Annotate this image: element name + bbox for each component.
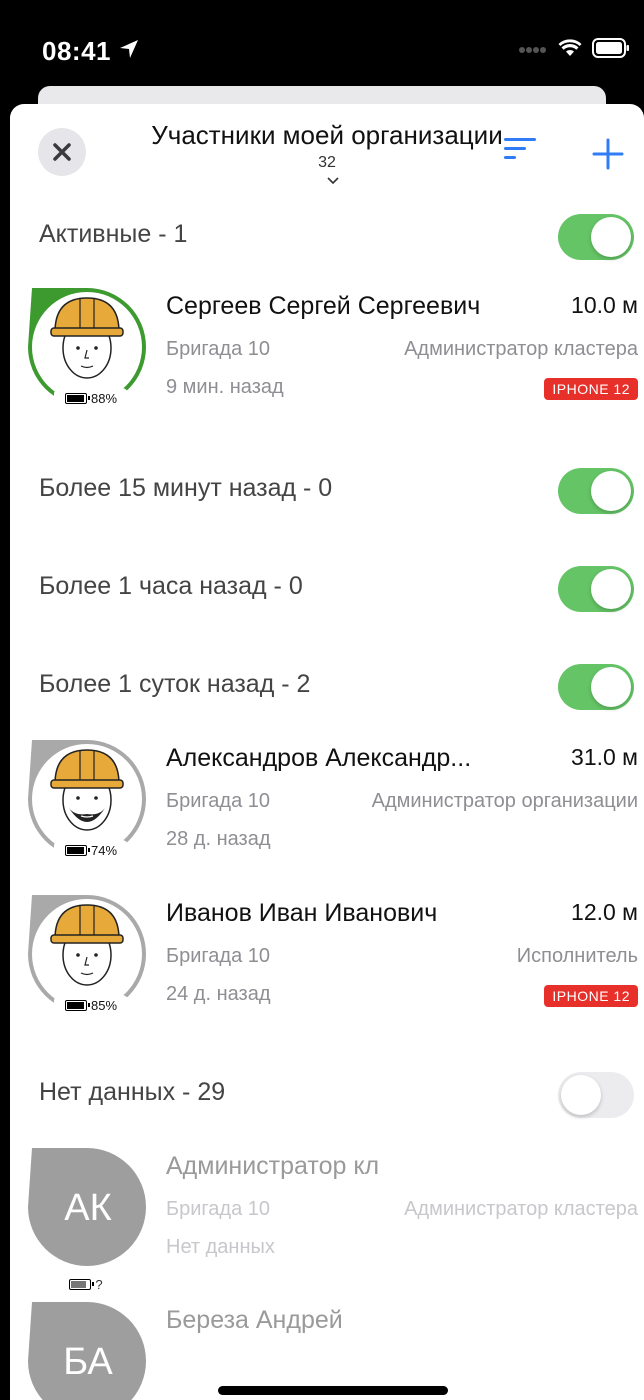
member-team: Бригада 10: [166, 945, 270, 967]
initials-avatar: АК: [24, 1144, 150, 1270]
avatar: 85%: [24, 891, 150, 1017]
battery-icon: [64, 999, 90, 1011]
member-role: Администратор организации: [371, 790, 638, 812]
battery-status-icon: [592, 38, 630, 63]
page-title: Участники моей организации: [151, 120, 503, 150]
group-label: Активные - 1: [39, 220, 188, 248]
member-last-seen: 28 д. назад: [166, 828, 271, 850]
battery-level: 74%: [54, 840, 128, 860]
member-name: Сергеев Сергей Сергеевич: [166, 292, 481, 320]
member-row[interactable]: 85% Иванов Иван Иванович 12.0 м Бригада …: [10, 891, 644, 1031]
initials-avatar: БА: [24, 1298, 150, 1400]
members-sheet: Участники моей организации 32 Активные -…: [10, 104, 644, 1400]
group-label: Более 15 минут назад - 0: [39, 474, 333, 502]
device-badge: IPHONE 12: [544, 378, 638, 400]
member-count: 32: [318, 154, 336, 171]
status-bar: 08:41: [0, 0, 644, 100]
member-team: Бригада 10: [166, 338, 270, 360]
group-1day-header: Более 1 суток назад - 2: [39, 662, 639, 712]
battery-level: 85%: [54, 995, 128, 1015]
member-distance: 31.0 м: [571, 744, 638, 770]
battery-level: ?: [54, 1274, 118, 1294]
avatar: 88%: [24, 284, 150, 410]
location-arrow-icon: [118, 38, 140, 65]
group-label: Нет данных - 29: [39, 1078, 226, 1106]
plus-icon: [592, 138, 624, 170]
svg-text:АК: АК: [64, 1187, 111, 1229]
member-name: Администратор кл: [166, 1152, 380, 1180]
group-nodata-toggle[interactable]: [558, 1072, 634, 1118]
group-active-toggle[interactable]: [558, 214, 634, 260]
group-15min-header: Более 15 минут назад - 0: [39, 466, 639, 516]
member-name: Александров Александр...: [166, 744, 472, 772]
group-1hour-header: Более 1 часа назад - 0: [39, 564, 639, 614]
member-role: Администратор кластера: [404, 1198, 638, 1220]
member-last-seen: 24 д. назад: [166, 983, 271, 1005]
member-team: Бригада 10: [166, 790, 270, 812]
group-active-header: Активные - 1: [39, 212, 639, 262]
member-row[interactable]: 88% Сергеев Сергей Сергеевич 10.0 м Бриг…: [10, 284, 644, 424]
member-role: Администратор кластера: [404, 338, 638, 360]
avatar: 74%: [24, 736, 150, 862]
sort-icon: [504, 138, 536, 159]
member-row[interactable]: АК ? Администратор кл Бригада 10 Админис…: [10, 1144, 644, 1294]
member-row[interactable]: 74% Александров Александр... 31.0 м Бриг…: [10, 736, 644, 876]
group-1day-toggle[interactable]: [558, 664, 634, 710]
member-distance: 12.0 м: [571, 899, 638, 925]
sort-button[interactable]: [502, 132, 540, 171]
member-team: Бригада 10: [166, 1198, 270, 1220]
device-badge: IPHONE 12: [544, 985, 638, 1007]
member-name: Береза Андрей: [166, 1306, 343, 1334]
member-distance: 10.0 м: [571, 292, 638, 318]
group-15min-toggle[interactable]: [558, 468, 634, 514]
group-label: Более 1 суток назад - 2: [39, 670, 311, 698]
battery-icon: [64, 392, 90, 404]
battery-level: 88%: [54, 388, 128, 408]
battery-icon: [69, 1278, 95, 1290]
group-1hour-toggle[interactable]: [558, 566, 634, 612]
member-last-seen: 9 мин. назад: [166, 376, 284, 398]
member-last-seen: Нет данных: [166, 1236, 275, 1258]
group-label: Более 1 часа назад - 0: [39, 572, 303, 600]
group-nodata-header: Нет данных - 29: [39, 1070, 639, 1120]
member-role: Исполнитель: [516, 945, 638, 967]
home-indicator: [218, 1386, 448, 1395]
member-row[interactable]: БА Береза Андрей: [10, 1298, 644, 1400]
member-name: Иванов Иван Иванович: [166, 899, 438, 927]
status-time: 08:41: [42, 36, 111, 66]
cellular-signal-icon: [518, 42, 548, 60]
add-member-button[interactable]: [592, 138, 624, 175]
svg-text:БА: БА: [63, 1341, 113, 1383]
chevron-down-icon[interactable]: [327, 172, 339, 190]
wifi-icon: [558, 39, 582, 62]
battery-icon: [64, 844, 90, 856]
